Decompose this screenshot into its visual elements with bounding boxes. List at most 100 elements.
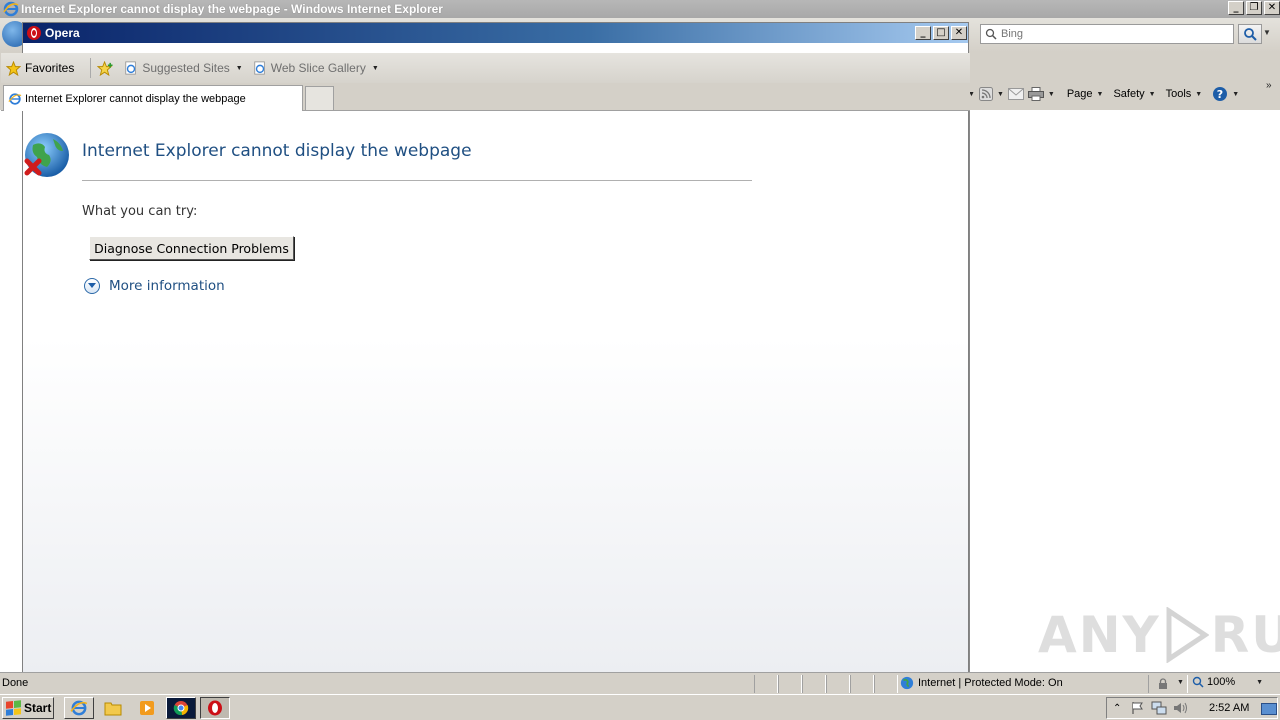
taskbar-opera-button[interactable] — [200, 697, 230, 719]
mail-icon — [1007, 88, 1024, 100]
opera-maximize-button[interactable]: □ — [933, 26, 949, 40]
more-information-toggle[interactable]: More information — [84, 278, 225, 294]
error-heading: Internet Explorer cannot display the web… — [82, 141, 472, 161]
zoom-level: 100% — [1207, 676, 1236, 688]
opera-minimize-button[interactable]: _ — [915, 26, 931, 40]
taskbar-explorer-button[interactable] — [98, 697, 128, 719]
zoom-magnifier-icon — [1192, 676, 1204, 688]
status-cell — [850, 675, 874, 693]
feeds-button[interactable]: ▼ — [978, 87, 1004, 101]
opera-icon — [208, 700, 222, 716]
expand-chevron-icon — [84, 278, 100, 294]
heading-divider — [82, 180, 752, 181]
page-menu-label: Page — [1066, 88, 1093, 100]
suggested-sites-link[interactable]: Suggested Sites ▼ — [124, 61, 243, 75]
search-options-chevron-icon[interactable]: ▼ — [1263, 28, 1271, 37]
favorites-bar: Favorites Suggested Sites ▼ Web Slice Gal… — [1, 53, 970, 83]
globe-error-icon — [24, 133, 69, 177]
web-slice-gallery-label: Web Slice Gallery — [270, 61, 366, 75]
safety-menu[interactable]: Safety ▼ — [1113, 88, 1155, 100]
tab-title: Internet Explorer cannot display the web… — [25, 92, 246, 105]
more-information-label: More information — [109, 278, 225, 294]
ie-page-icon — [125, 61, 137, 75]
status-cell — [778, 675, 802, 693]
diagnose-connection-button[interactable]: Diagnose Connection Problems — [89, 236, 294, 260]
rss-feed-icon — [978, 87, 993, 101]
start-button[interactable]: Start — [2, 697, 54, 719]
ie-window-title: Internet Explorer cannot display the web… — [21, 2, 443, 16]
ie-minimize-button[interactable]: _ — [1228, 1, 1244, 15]
status-bar: Done Internet | Protected Mode: On ▼ 100… — [0, 672, 1280, 694]
page-menu[interactable]: Page ▼ — [1067, 88, 1104, 100]
safety-menu-label: Safety — [1113, 88, 1145, 100]
favorites-star-icon — [6, 60, 21, 76]
status-text: Done — [2, 677, 29, 689]
help-button[interactable]: ? ▼ — [1212, 86, 1239, 102]
zoom-control[interactable]: 100% ▼ — [1192, 676, 1263, 688]
opera-logo-icon — [27, 26, 41, 40]
system-tray: ⌃ 2:52 AM — [1106, 697, 1278, 719]
lock-icon — [1159, 678, 1167, 689]
error-page: Internet Explorer cannot display the web… — [23, 111, 968, 677]
opera-window: Opera _ □ ✕ Favorites Suggested Sites ▼ W… — [1, 22, 970, 678]
show-hidden-icons-chevron-icon[interactable]: ⌃ — [1113, 703, 1121, 714]
popup-blocker-cell[interactable]: ▼ — [1148, 675, 1188, 693]
favorites-button[interactable]: Favorites — [6, 60, 75, 76]
status-cell — [826, 675, 850, 693]
status-cell — [802, 675, 826, 693]
opera-title-bar: Opera _ □ ✕ — [23, 23, 968, 43]
search-button[interactable] — [1238, 24, 1262, 44]
start-label: Start — [24, 701, 52, 715]
action-center-flag-icon[interactable] — [1131, 701, 1145, 715]
ie-close-button[interactable]: ✕ — [1264, 1, 1280, 15]
status-cell — [874, 675, 898, 693]
tab-current[interactable]: Internet Explorer cannot display the web… — [3, 85, 303, 111]
favorites-divider — [90, 58, 92, 78]
opera-window-title: Opera — [45, 26, 80, 40]
internet-zone-globe-icon — [900, 676, 914, 690]
tab-favicon-icon — [8, 92, 22, 105]
taskbar: Start ⌃ 2:52 AM — [0, 694, 1280, 720]
ie-search-box[interactable] — [980, 24, 1234, 44]
search-icon — [1244, 28, 1257, 41]
print-button[interactable]: ▼ — [1027, 87, 1055, 101]
play-triangle-icon — [1166, 607, 1209, 663]
internet-explorer-icon — [3, 1, 19, 17]
opera-close-button[interactable]: ✕ — [951, 26, 967, 40]
watermark-right-text: RUN — [1210, 606, 1280, 664]
printer-icon — [1027, 87, 1044, 101]
taskbar-clock[interactable]: 2:52 AM — [1209, 702, 1249, 714]
windows-flag-icon — [6, 700, 21, 716]
taskbar-chrome-button[interactable] — [166, 697, 196, 719]
tab-strip: Internet Explorer cannot display the web… — [1, 83, 970, 111]
show-desktop-icon[interactable] — [1261, 703, 1277, 715]
ie-restore-button[interactable]: ❐ — [1246, 1, 1262, 15]
status-cell — [754, 675, 778, 693]
watermark-left-text: ANY — [1038, 606, 1161, 664]
taskbar-ie-button[interactable] — [64, 697, 94, 719]
favorites-label: Favorites — [25, 61, 75, 75]
search-input[interactable] — [1001, 28, 1221, 40]
chrome-icon — [173, 701, 189, 716]
volume-icon[interactable] — [1173, 701, 1189, 715]
web-slice-gallery-link[interactable]: Web Slice Gallery ▼ — [253, 61, 379, 75]
new-tab-button[interactable] — [305, 86, 334, 110]
internet-explorer-icon — [70, 700, 88, 716]
suggested-sites-label: Suggested Sites — [142, 61, 230, 75]
add-favorite-star-icon — [97, 60, 113, 76]
security-zone[interactable]: Internet | Protected Mode: On — [900, 676, 1063, 690]
read-mail-button[interactable] — [1007, 88, 1024, 100]
ie-title-bar: Internet Explorer cannot display the web… — [0, 0, 1280, 18]
what-you-can-try-label: What you can try: — [82, 204, 198, 219]
taskbar-media-player-button[interactable] — [132, 697, 162, 719]
security-zone-label: Internet | Protected Mode: On — [918, 677, 1063, 689]
ie-page-icon — [254, 61, 265, 75]
more-commands-chevron-icon[interactable]: » — [1266, 80, 1272, 91]
tools-menu[interactable]: Tools ▼ — [1166, 88, 1203, 100]
svg-text:?: ? — [1217, 88, 1223, 101]
ie-page-area — [969, 110, 1280, 672]
ie-command-bar: ▼ ▼ ▼ Page ▼ Safety ▼ Tools ▼ ? ▼ — [948, 84, 1239, 104]
network-icon[interactable] — [1151, 701, 1167, 715]
add-to-favorites-bar-button[interactable] — [97, 60, 114, 76]
search-magnifier-icon — [985, 28, 997, 40]
